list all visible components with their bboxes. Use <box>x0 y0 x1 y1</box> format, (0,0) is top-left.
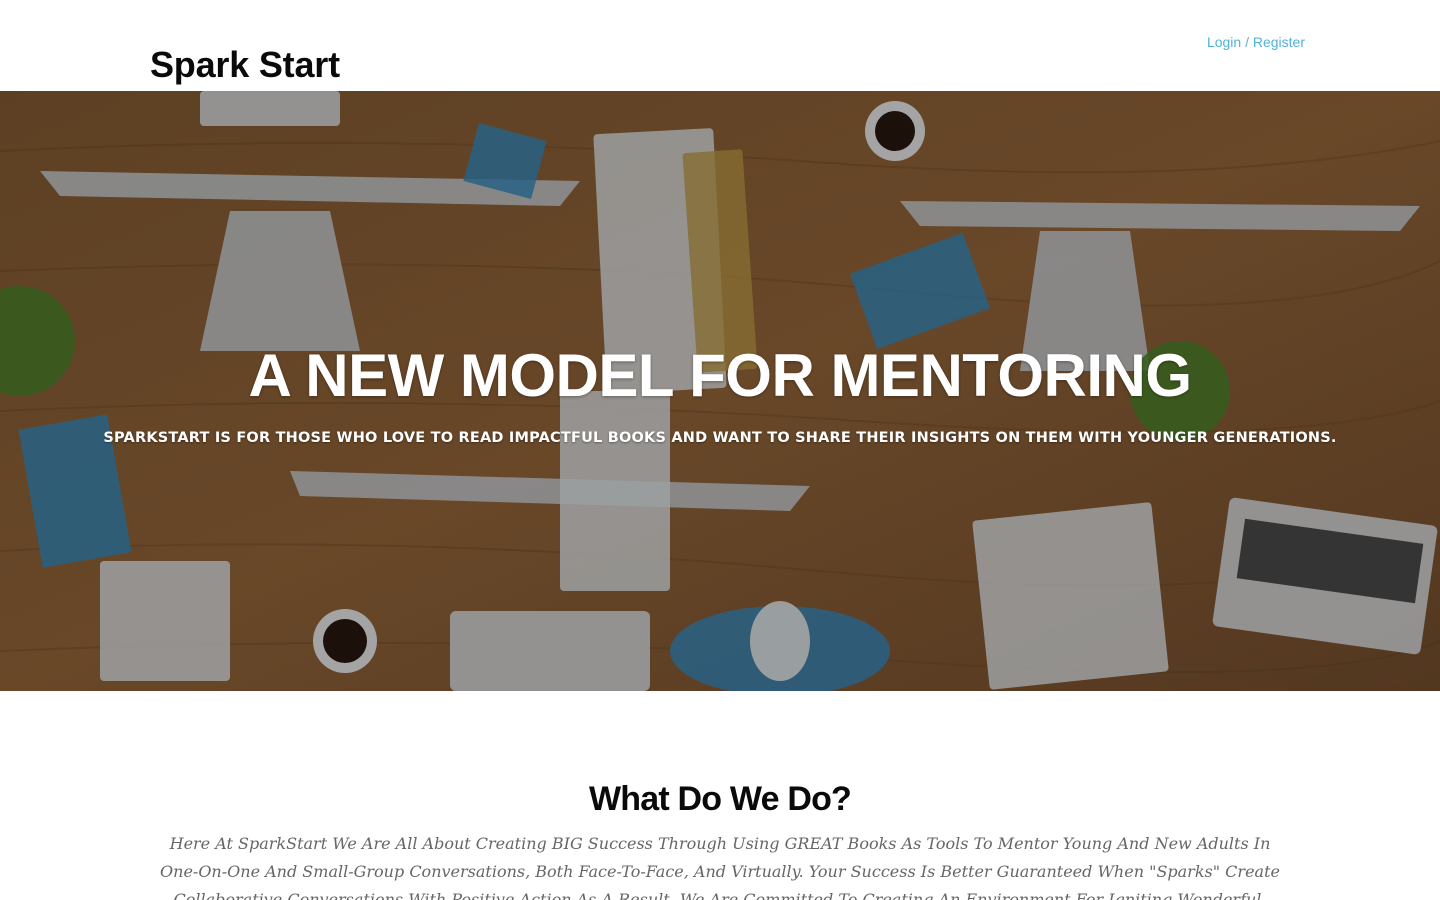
hero-subtitle: SPARKSTART IS FOR THOSE WHO LOVE TO READ… <box>103 430 1337 446</box>
site-header: Spark Start Login / Register <box>0 0 1440 91</box>
login-register-link[interactable]: Login / Register <box>1207 34 1305 50</box>
hero-banner: A NEW MODEL FOR MENTORING SPARKSTART IS … <box>0 91 1440 691</box>
section-description: Here At SparkStart We Are All About Crea… <box>160 834 1280 900</box>
hero-title: A NEW MODEL FOR MENTORING <box>248 342 1192 409</box>
brand-logo[interactable]: Spark Start <box>150 44 340 86</box>
section-title-what-we-do: What Do We Do? <box>588 780 852 818</box>
